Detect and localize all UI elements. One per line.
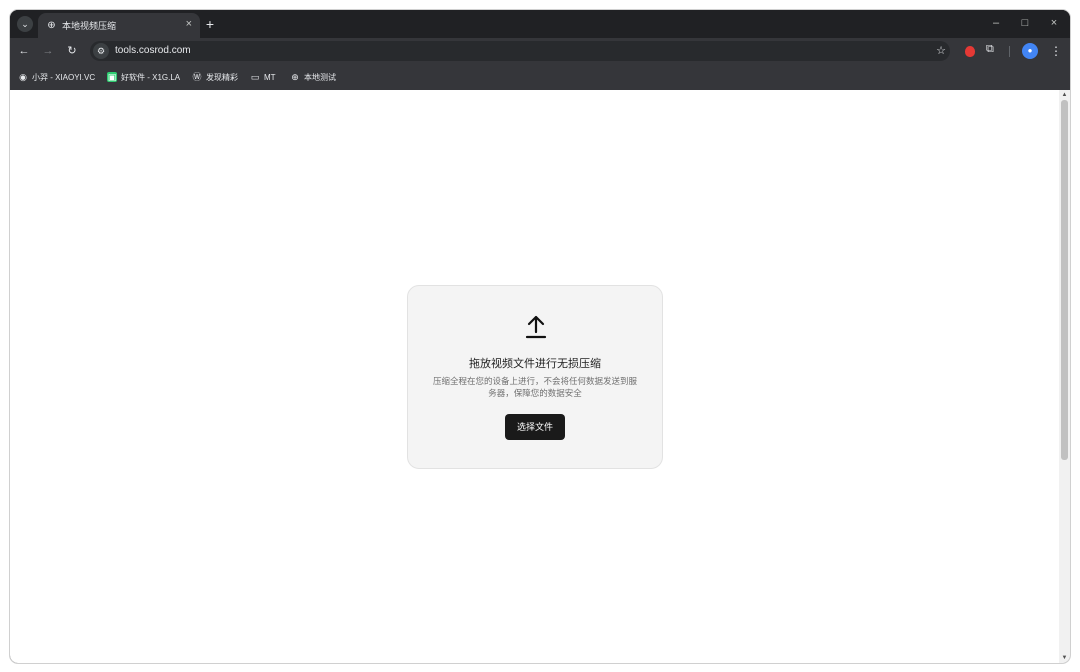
bookmark-discover[interactable]: Ⓦ 发现精彩 xyxy=(192,71,238,83)
minimize-button[interactable]: – xyxy=(985,15,1007,31)
maximize-button[interactable]: □ xyxy=(1014,15,1036,31)
new-tab-button[interactable]: + xyxy=(200,14,220,34)
folder-icon: ▭ xyxy=(250,72,260,82)
forward-button[interactable]: → xyxy=(40,43,56,59)
page-viewport: 拖放视频文件进行无损压缩 压缩全程在您的设备上进行，不会将任何数据发送到服务器，… xyxy=(10,90,1070,663)
scroll-down-icon[interactable]: ▼ xyxy=(1060,654,1069,662)
bookmark-mt[interactable]: ▭ MT xyxy=(250,71,276,83)
app-icon: ▣ xyxy=(107,72,117,82)
site-info-icon[interactable]: ⚙ xyxy=(93,43,109,59)
wordpress-icon: Ⓦ xyxy=(192,72,202,82)
avatar-icon: ◉ xyxy=(19,72,27,82)
bookmark-local-test[interactable]: ⊕ 本地测试 xyxy=(290,71,336,83)
bookmark-label: 好软件 - X1G.LA xyxy=(121,72,181,82)
extensions-puzzle-icon[interactable]: ⧉ xyxy=(986,43,994,56)
scroll-up-icon[interactable]: ▲ xyxy=(1060,91,1069,99)
globe-icon: ⊕ xyxy=(291,72,299,82)
bookmark-label: 发现精彩 xyxy=(206,72,238,82)
extension-icon[interactable] xyxy=(965,46,975,57)
tab-active[interactable]: ⊕ 本地视频压缩 × xyxy=(38,13,200,38)
bookmark-label: MT xyxy=(264,72,276,82)
address-bar[interactable]: ⚙ tools.cosrod.com ☆ xyxy=(90,41,950,61)
drop-zone-title: 拖放视频文件进行无损压缩 xyxy=(469,358,601,370)
bookmark-xiaoyi[interactable]: ◉ 小羿 - XIAOYI.VC xyxy=(18,71,95,83)
browser-window: ⌄ ⊕ 本地视频压缩 × + – □ × ← → ↻ ⚙ tools.cosro… xyxy=(10,10,1070,663)
tab-close-icon[interactable]: × xyxy=(186,18,192,30)
bookmark-label: 本地测试 xyxy=(304,72,336,82)
tab-search-button[interactable]: ⌄ xyxy=(17,16,33,32)
bookmark-star-icon[interactable]: ☆ xyxy=(936,43,946,59)
toolbar-divider xyxy=(1009,46,1010,57)
select-file-button[interactable]: 选择文件 xyxy=(505,414,565,440)
bookmark-x1gla[interactable]: ▣ 好软件 - X1G.LA xyxy=(107,71,180,83)
drop-zone[interactable]: 拖放视频文件进行无损压缩 压缩全程在您的设备上进行，不会将任何数据发送到服务器，… xyxy=(407,285,663,469)
profile-avatar[interactable]: ● xyxy=(1022,43,1038,59)
scrollbar-thumb[interactable] xyxy=(1061,100,1068,460)
reload-button[interactable]: ↻ xyxy=(64,43,80,59)
bookmark-label: 小羿 - XIAOYI.VC xyxy=(32,72,96,82)
url-text[interactable]: tools.cosrod.com xyxy=(115,45,191,56)
bookmarks-bar: ◉ 小羿 - XIAOYI.VC ▣ 好软件 - X1G.LA Ⓦ 发现精彩 ▭… xyxy=(10,64,1070,90)
tab-strip: ⌄ ⊕ 本地视频压缩 × + – □ × xyxy=(10,10,1070,38)
browser-menu-icon[interactable]: ⋮ xyxy=(1050,43,1062,59)
drop-zone-description: 压缩全程在您的设备上进行，不会将任何数据发送到服务器，保障您的数据安全 xyxy=(432,376,637,398)
toolbar: ← → ↻ ⚙ tools.cosrod.com ☆ ⧉ ● ⋮ xyxy=(10,38,1070,64)
close-window-button[interactable]: × xyxy=(1043,15,1065,31)
globe-icon: ⊕ xyxy=(47,20,56,31)
back-button[interactable]: ← xyxy=(16,43,32,59)
upload-icon xyxy=(525,315,547,339)
tab-title: 本地视频压缩 xyxy=(62,21,117,31)
